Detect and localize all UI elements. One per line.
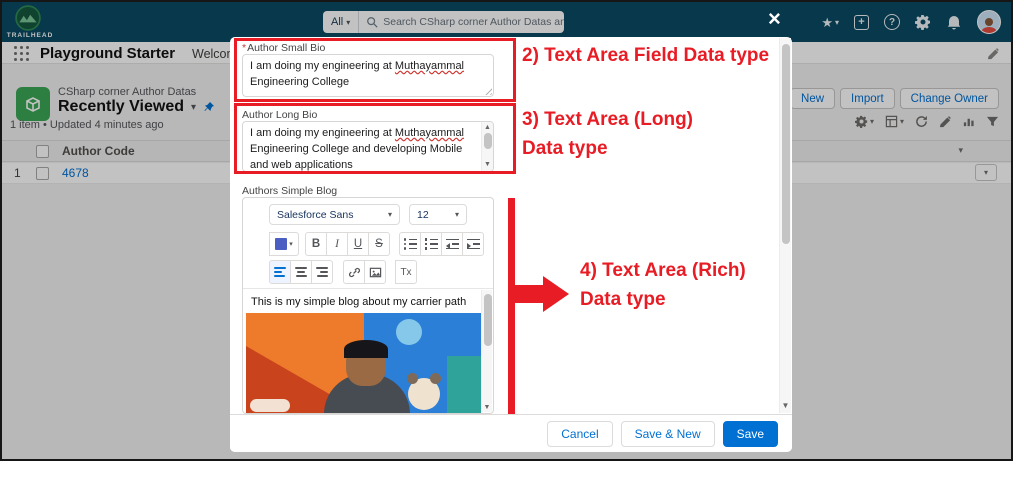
align-left-button[interactable] bbox=[269, 260, 291, 284]
rich-text-content[interactable]: This is my simple blog about my carrier … bbox=[243, 288, 493, 413]
text-color-icon bbox=[275, 238, 288, 250]
font-family-select[interactable]: Salesforce Sans ▾ bbox=[269, 204, 400, 225]
bullet-list-button[interactable] bbox=[399, 232, 421, 256]
bullet-list-icon bbox=[403, 238, 417, 250]
chevron-down-icon: ▾ bbox=[387, 210, 392, 219]
rich-text-editor: Salesforce Sans ▾ 12 ▾ ▾ B I U S Tx This… bbox=[242, 197, 494, 414]
clear-format-button[interactable]: Tx bbox=[395, 260, 417, 284]
numbered-list-button[interactable] bbox=[420, 232, 442, 256]
italic-button[interactable]: I bbox=[326, 232, 348, 256]
font-size-value: 12 bbox=[417, 208, 429, 221]
annotation-vertical-line bbox=[508, 198, 515, 414]
image-mascot bbox=[407, 373, 441, 410]
annotation-box-small-bio bbox=[234, 38, 516, 102]
image-cloud bbox=[250, 399, 290, 412]
scrollbar-thumb[interactable] bbox=[484, 294, 492, 346]
blog-text: This is my simple blog about my carrier … bbox=[251, 296, 467, 308]
image-circle bbox=[396, 319, 422, 345]
annotation-note-3: 3) Text Area (Long) Data type bbox=[522, 109, 694, 159]
modal-footer: Cancel Save & New Save bbox=[230, 414, 792, 452]
font-size-select[interactable]: 12 ▾ bbox=[409, 204, 467, 225]
align-right-button[interactable] bbox=[311, 260, 333, 284]
numbered-list-icon bbox=[424, 238, 438, 250]
editor-scrollbar: ▼ bbox=[481, 290, 492, 412]
align-center-icon bbox=[295, 267, 307, 277]
image-teal-block bbox=[447, 356, 481, 413]
indent-button[interactable] bbox=[462, 232, 484, 256]
annotation-note-4: 4) Text Area (Rich) Data type bbox=[580, 260, 746, 310]
font-family-value: Salesforce Sans bbox=[277, 208, 354, 221]
strikethrough-button[interactable]: S bbox=[368, 232, 390, 256]
chevron-down-icon: ▾ bbox=[454, 210, 459, 219]
annotation-arrow-shaft bbox=[515, 285, 543, 303]
align-center-button[interactable] bbox=[290, 260, 312, 284]
scroll-down-icon[interactable]: ▼ bbox=[780, 401, 791, 410]
insert-image-button[interactable] bbox=[364, 260, 386, 284]
insert-link-button[interactable] bbox=[343, 260, 365, 284]
blog-image[interactable] bbox=[246, 313, 481, 413]
align-right-icon bbox=[316, 267, 328, 277]
image-person-hair bbox=[344, 340, 388, 358]
indent-icon bbox=[466, 238, 480, 250]
outdent-icon bbox=[445, 238, 459, 250]
link-icon bbox=[348, 267, 360, 277]
cancel-button[interactable]: Cancel bbox=[547, 421, 613, 447]
annotation-note-2: 2) Text Area Field Data type bbox=[522, 45, 770, 66]
close-icon: × bbox=[768, 6, 781, 31]
image-icon bbox=[369, 267, 381, 277]
annotation-box-long-bio bbox=[234, 103, 516, 174]
rich-blog-label: Authors Simple Blog bbox=[242, 185, 338, 197]
text-color-button[interactable]: ▾ bbox=[269, 232, 299, 256]
bold-button[interactable]: B bbox=[305, 232, 327, 256]
scrollbar-thumb[interactable] bbox=[782, 44, 790, 244]
save-button[interactable]: Save bbox=[722, 421, 778, 447]
save-new-button[interactable]: Save & New bbox=[620, 421, 715, 447]
modal-scrollbar: ▼ bbox=[779, 38, 791, 413]
annotation-arrow-head bbox=[543, 276, 569, 312]
app-window: TRAILHEAD All ▾ ★ ▾ + ? bbox=[0, 0, 1013, 461]
underline-button[interactable]: U bbox=[347, 232, 369, 256]
scroll-down-icon[interactable]: ▼ bbox=[482, 404, 492, 411]
align-left-icon bbox=[274, 267, 286, 277]
modal-close-button[interactable]: × bbox=[768, 8, 781, 30]
outdent-button[interactable] bbox=[441, 232, 463, 256]
chevron-down-icon: ▾ bbox=[289, 241, 293, 248]
